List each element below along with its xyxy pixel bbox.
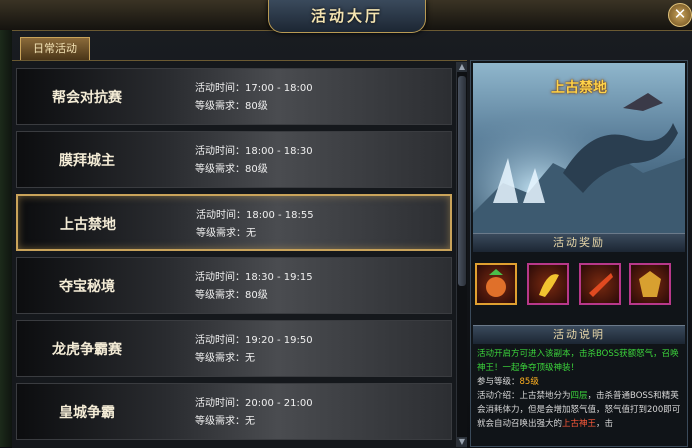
activity-time: 活动时间：18:00 - 18:30 [195,146,313,157]
reward-item-icon[interactable] [579,263,621,305]
activity-name: 帮会对抗赛 [52,90,122,106]
activity-row[interactable]: 龙虎争霸赛 活动时间：19:20 - 19:50 等级需求：无 [16,320,452,377]
intro-text: 活动介绍：上古禁地分为 [477,391,571,401]
activity-name: 龙虎争霸赛 [52,342,122,358]
activity-name: 夺宝秘境 [59,279,115,295]
activity-level: 等级需求：80级 [195,164,268,175]
activity-list: 帮会对抗赛 活动时间：17:00 - 18:00 等级需求：80级 膜拜城主 活… [12,60,467,448]
activity-name: 膜拜城主 [59,153,115,169]
activity-detail-panel: 上古禁地 活动奖励 活动说明 活动开启方可进入该副本，击杀BOSS获额怒气，召唤… [470,60,688,447]
reward-item-icon[interactable] [475,263,517,305]
description-intro-text: 活动开启方可进入该副本，击杀BOSS获额怒气，召唤神王！一起争夺顶级神装！ [477,349,679,373]
scroll-up-icon[interactable]: ▲ [457,62,467,72]
level-label: 参与等级： [477,377,520,387]
activity-level: 等级需求：80级 [195,101,268,112]
activity-row[interactable]: 夺宝秘境 活动时间：18:30 - 19:15 等级需求：80级 [16,257,452,314]
intro-boss-name: 上古神王 [562,419,597,429]
activity-time: 活动时间：18:00 - 18:55 [196,210,314,221]
activity-row[interactable]: 帮会对抗赛 活动时间：17:00 - 18:00 等级需求：80级 [16,68,452,125]
close-icon: ✕ [673,5,687,23]
activity-row[interactable]: 膜拜城主 活动时间：18:00 - 18:30 等级需求：80级 [16,131,452,188]
activity-time: 活动时间：17:00 - 18:00 [195,83,313,94]
activity-name: 皇城争霸 [59,405,115,421]
activity-description: 活动开启方可进入该副本，击杀BOSS获额怒气，召唤神王！一起争夺顶级神装！ 参与… [477,347,683,447]
close-button[interactable]: ✕ [668,3,692,27]
activity-time: 活动时间：19:20 - 19:50 [195,335,313,346]
background-strip [0,30,12,447]
scroll-thumb[interactable] [458,76,466,286]
activity-level: 等级需求：无 [195,353,255,364]
activity-name: 上古禁地 [60,217,116,233]
intro-text-end: ，击 [596,419,614,429]
activity-hall-window: 活动大厅 ✕ 日常活动 帮会对抗赛 活动时间：17:00 - 18:00 等级需… [0,0,692,448]
intro-floors: 四层 [570,391,588,401]
rewards-header: 活动奖励 [473,233,685,252]
activity-preview-image: 上古禁地 [473,63,685,233]
scroll-down-icon[interactable]: ▼ [457,437,467,447]
activity-row[interactable]: 皇城争霸 活动时间：20:00 - 21:00 等级需求：无 [16,383,452,440]
activity-time: 活动时间：20:00 - 21:00 [195,398,313,409]
activity-row-selected[interactable]: 上古禁地 活动时间：18:00 - 18:55 等级需求：无 [16,194,452,251]
description-header: 活动说明 [473,325,685,344]
reward-item-icon[interactable] [629,263,671,305]
level-value: 85级 [519,377,539,387]
activity-time: 活动时间：18:30 - 19:15 [195,272,313,283]
title-plate: 活动大厅 [268,0,426,33]
activity-list-scrollbar[interactable]: ▲ ▼ [456,62,467,447]
window-title: 活动大厅 [310,7,383,25]
activity-detail-title: 上古禁地 [551,80,607,96]
activity-level: 等级需求：80级 [195,290,268,301]
reward-item-icon[interactable] [527,263,569,305]
activity-level: 等级需求：无 [195,416,255,427]
tab-daily-activities[interactable]: 日常活动 [20,37,90,60]
activity-level: 等级需求：无 [196,228,256,239]
